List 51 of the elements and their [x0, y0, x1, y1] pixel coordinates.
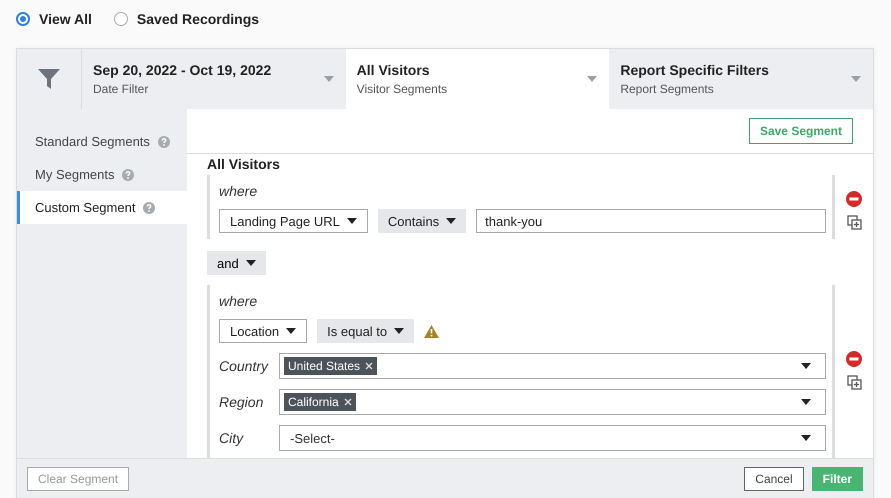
- view-radio[interactable]: Saved Recordings: [114, 11, 260, 27]
- dropdown-caret-icon: [851, 76, 862, 82]
- cancel-button[interactable]: Cancel: [744, 467, 804, 491]
- field-dropdown[interactable]: Landing Page URL: [219, 209, 368, 233]
- dropdown-caret-icon: [587, 76, 598, 82]
- selected-tag: United States: [284, 357, 378, 375]
- multiselect-field[interactable]: -Select-: [279, 425, 826, 451]
- filter-tab[interactable]: All Visitors Visitor Segments: [346, 49, 610, 109]
- sidebar-label: Custom Segment: [35, 200, 136, 215]
- caret-icon: [346, 218, 357, 224]
- duplicate-icon[interactable]: [846, 375, 862, 390]
- dropdown-caret-icon: [324, 76, 334, 82]
- filter-label: City: [219, 430, 245, 446]
- operator-dropdown[interactable]: Is equal to: [317, 319, 414, 343]
- caret-icon: [446, 218, 456, 224]
- sidebar-item[interactable]: Standard Segments: [17, 125, 187, 158]
- segment-title: All Visitors: [207, 156, 281, 174]
- caret-icon: [394, 328, 404, 334]
- sidebar-item[interactable]: Custom Segment: [17, 191, 187, 224]
- field-dropdown[interactable]: Location: [219, 319, 308, 343]
- filter-label: Region: [219, 394, 264, 410]
- multiselect-field[interactable]: United States: [279, 353, 826, 379]
- filter-label: Country: [219, 358, 270, 374]
- select-placeholder: -Select-: [289, 430, 335, 446]
- filter-icon[interactable]: [38, 68, 60, 90]
- remove-icon[interactable]: [365, 362, 374, 370]
- remove-condition-icon[interactable]: [846, 191, 862, 207]
- caret-icon: [246, 260, 256, 266]
- where-label: where: [219, 293, 258, 311]
- help-icon: [122, 168, 134, 180]
- caret-icon: [286, 328, 296, 334]
- value-input[interactable]: thank-you: [476, 209, 826, 233]
- help-icon: [158, 136, 170, 148]
- help-icon: [143, 202, 156, 214]
- selected-tag: California: [284, 393, 356, 411]
- filter-tab[interactable]: Report Specific Filters Report Segments: [609, 49, 874, 109]
- multiselect-field[interactable]: California: [279, 389, 826, 415]
- sidebar-item[interactable]: My Segments: [17, 158, 187, 191]
- caret-icon: [801, 363, 811, 369]
- view-radio[interactable]: View All: [16, 11, 92, 27]
- caret-icon: [801, 399, 811, 405]
- filter-tab[interactable]: Sep 20, 2022 - Oct 19, 2022 Date Filter: [82, 49, 346, 109]
- where-label: where: [219, 183, 258, 201]
- caret-icon: [801, 435, 811, 441]
- duplicate-icon[interactable]: [846, 215, 862, 230]
- logic-dropdown[interactable]: and: [207, 251, 266, 275]
- remove-condition-icon[interactable]: [846, 351, 862, 367]
- sidebar-label: My Segments: [35, 167, 114, 182]
- sidebar-label: Standard Segments: [35, 134, 150, 149]
- operator-dropdown[interactable]: Contains: [378, 209, 466, 233]
- remove-icon[interactable]: [344, 398, 352, 406]
